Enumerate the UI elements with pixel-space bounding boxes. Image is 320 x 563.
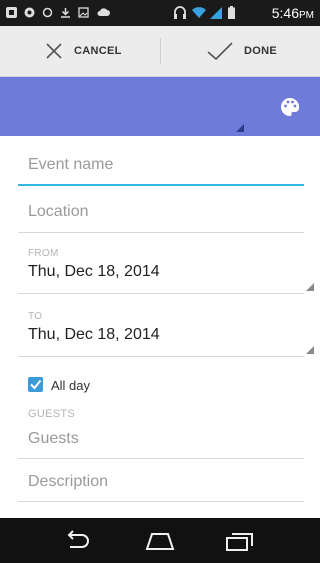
description-field[interactable]: Description (18, 472, 304, 502)
battery-icon (228, 6, 235, 19)
signal-icon (210, 7, 222, 19)
to-underline (18, 356, 304, 357)
description-placeholder: Description (28, 473, 109, 490)
from-dropdown-indicator (306, 283, 314, 291)
event-name-underline (18, 184, 304, 186)
image-icon (78, 7, 89, 18)
check-icon (207, 42, 233, 61)
to-date-button[interactable]: Thu, Dec 18, 2014 (28, 326, 160, 344)
palette-icon[interactable] (280, 97, 300, 117)
event-color-bar[interactable] (0, 77, 320, 136)
color-dropdown-indicator (236, 124, 244, 132)
location-underline (18, 232, 304, 233)
to-label: TO (28, 311, 43, 322)
circle-icon (42, 7, 53, 18)
headset-icon (174, 6, 186, 19)
wifi-icon (192, 7, 206, 18)
cancel-label: CANCEL (74, 45, 122, 57)
upload-icon (97, 8, 110, 16)
recent-apps-icon[interactable] (224, 530, 256, 552)
navigation-bar (0, 518, 320, 563)
done-label: DONE (244, 45, 277, 57)
to-dropdown-indicator (306, 346, 314, 354)
status-bar: 5:46PM (0, 0, 320, 26)
event-name-placeholder: Event name (28, 156, 114, 173)
action-bar-divider (160, 38, 161, 64)
from-date-button[interactable]: Thu, Dec 18, 2014 (28, 263, 160, 281)
location-placeholder: Location (28, 203, 89, 220)
guests-underline (18, 458, 304, 459)
cancel-button[interactable]: CANCEL (44, 26, 122, 76)
checkmark-icon (30, 379, 42, 390)
from-label: FROM (28, 248, 59, 259)
status-time: 5:46PM (271, 5, 314, 21)
done-button[interactable]: DONE (206, 26, 277, 76)
from-underline (18, 293, 304, 294)
close-icon (46, 43, 62, 59)
guests-label: GUESTS (28, 408, 76, 420)
home-icon[interactable] (144, 530, 176, 552)
guests-field[interactable]: Guests (18, 429, 304, 459)
action-bar: CANCEL DONE (0, 26, 320, 77)
description-underline (18, 501, 304, 502)
all-day-label: All day (51, 378, 91, 393)
all-day-checkbox[interactable] (28, 377, 43, 392)
notification-icon (24, 7, 35, 18)
guests-placeholder: Guests (28, 430, 79, 447)
location-field[interactable]: Location (18, 202, 304, 233)
download-icon (61, 8, 70, 18)
back-icon[interactable] (62, 530, 94, 552)
bbm-icon (6, 7, 17, 18)
event-name-field[interactable]: Event name (18, 155, 304, 186)
